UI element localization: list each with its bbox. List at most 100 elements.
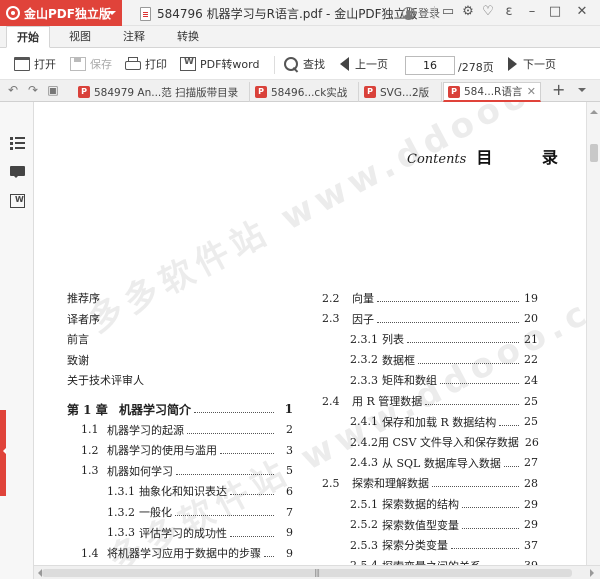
tab-convert[interactable]: 转换 (166, 26, 210, 48)
doc-tab-2[interactable]: P 58496...ck实战 (251, 82, 359, 102)
next-page-button[interactable]: 下一页 (508, 56, 556, 72)
scroll-left-icon[interactable] (34, 569, 42, 577)
toc-title: 前言 (67, 333, 89, 347)
toc-entry[interactable]: 1.3.1 抽象化和知识表达 6 (107, 483, 293, 499)
sidebar-collapse-handle[interactable] (0, 410, 6, 496)
toc-page-number: 27 (524, 456, 538, 470)
app-menu-button[interactable]: 金山PDF独立版 (0, 0, 122, 26)
toolbar-separator (274, 56, 275, 74)
toc-entry[interactable]: 1.2 机器学习的使用与滥用 3 (81, 442, 293, 458)
find-button[interactable]: 查找 (284, 56, 325, 72)
toc-leader (264, 549, 274, 558)
toc-number: 2.3.3 (350, 373, 378, 387)
scroll-up-icon[interactable] (590, 106, 598, 114)
toc-entry[interactable]: 译者序 (67, 311, 293, 327)
toc-page-number: 25 (524, 415, 538, 429)
restore-menu-icon[interactable]: ε (501, 4, 517, 20)
tab-list-chevron-icon[interactable] (578, 88, 586, 96)
doc-tab-4[interactable]: P 584...R语言 ✕ (443, 82, 541, 102)
toc-entry[interactable]: 前言 (67, 331, 293, 347)
toc-entry[interactable]: 2.3.2 数据框 22 (350, 352, 538, 368)
print-button[interactable]: 打印 (125, 56, 167, 72)
toc-entry[interactable]: 第 1 章机器学习简介 1 (67, 401, 293, 417)
toc-entry[interactable]: 2.3.1 列表 21 (350, 331, 538, 347)
new-tab-icon[interactable]: + (552, 82, 565, 98)
toc-entry[interactable]: 致谢 (67, 352, 293, 368)
doc-tab-label: SVG...2版 (380, 86, 430, 99)
toc-entry[interactable]: 2.4.3 从 SQL 数据库导入数据 27 (350, 455, 538, 471)
toc-number: 第 1 章 (67, 402, 108, 417)
undo-icon[interactable]: ↶ (6, 83, 20, 97)
vertical-scrollbar[interactable] (586, 102, 600, 565)
toc-leader (175, 508, 274, 516)
comment-icon[interactable] (10, 166, 25, 178)
bookmark-list-icon[interactable] (10, 136, 25, 150)
toc-number: 2.5.3 (350, 538, 378, 552)
toc-entry[interactable]: 1.4 将机器学习应用于数据中的步骤 9 (81, 545, 293, 561)
toc-entry[interactable]: 2.2 向量 19 (322, 290, 538, 306)
title-separator (434, 6, 435, 19)
toc-title: 机器学习的起源 (107, 423, 184, 437)
toc-entry[interactable]: 1.3.3 评估学习的成功性 9 (107, 525, 293, 541)
toc-number: 1.3.3 (107, 526, 135, 540)
find-label: 查找 (303, 58, 325, 71)
toc-entry[interactable]: 1.3.2 一般化 7 (107, 504, 293, 520)
pdf-to-word-button[interactable]: PDF转word (180, 56, 259, 72)
gear-icon[interactable]: ⚙ (460, 4, 476, 20)
tab-view[interactable]: 视图 (58, 26, 102, 48)
app-name: 金山PDF独立版 (24, 6, 111, 21)
toc-entry[interactable]: 关于技术评审人 (67, 372, 293, 388)
toc-number: 1.1 (81, 423, 99, 437)
toc-leader (230, 487, 274, 496)
skin-icon[interactable]: ▭ (440, 4, 456, 20)
toc-entry[interactable]: 2.3 因子 20 (322, 311, 538, 327)
toc-entry[interactable]: 2.4.1 保存和加载 R 数据结构 25 (350, 414, 538, 430)
save-button[interactable]: 保存 (70, 56, 112, 72)
contents-script-title: Contents (407, 152, 467, 167)
tab-annotate[interactable]: 注释 (112, 26, 156, 48)
toc-leader (503, 459, 519, 467)
save-icon[interactable]: ▣ (46, 83, 60, 97)
maximize-icon[interactable]: □ (547, 4, 563, 20)
folder-open-icon (14, 57, 30, 71)
close-icon[interactable]: ✕ (574, 4, 590, 20)
page-number-input[interactable] (405, 56, 455, 75)
open-button[interactable]: 打开 (14, 56, 56, 72)
toc-entry[interactable]: 2.5.1 探索数据的结构 29 (350, 496, 538, 512)
help-icon[interactable]: ♡ (480, 4, 496, 20)
horizontal-scroll-thumb[interactable] (42, 569, 572, 577)
toc-entry[interactable]: 2.3.3 矩阵和数组 24 (350, 372, 538, 388)
tab-home[interactable]: 开始 (6, 26, 50, 48)
scroll-right-icon[interactable] (590, 569, 598, 577)
toc-entry[interactable]: 2.4.2 用 CSV 文件导入和保存数据 26 (350, 434, 539, 450)
title-bar: 金山PDF独立版 584796 机器学习与R语言.pdf - 金山PDF独立版 … (0, 0, 600, 26)
pdf-file-icon (140, 6, 151, 21)
doc-tab-1[interactable]: P 584979 An...范 扫描版带目录 (74, 82, 250, 102)
login-label: 登录 (418, 7, 440, 20)
toc-entry[interactable]: 2.5.2 探索数值型变量 29 (350, 517, 538, 533)
toc-entry[interactable]: 推荐序 (67, 290, 293, 306)
document-viewport[interactable]: 多多软件站 www.ddooo.com 多多软件站 www.ddooo.com … (34, 102, 586, 565)
prev-page-button[interactable]: 上一页 (340, 56, 388, 72)
horizontal-scrollbar[interactable]: ||| (34, 565, 600, 579)
toc-entry[interactable]: 2.5.4探索变量之间的关系39 (350, 558, 538, 565)
pdf-to-word-label: PDF转word (200, 58, 260, 71)
toc-entry[interactable]: 1.1 机器学习的起源 2 (81, 422, 293, 438)
convert-word-icon[interactable] (10, 194, 25, 208)
toc-page-number: 2 (286, 423, 293, 437)
toc-leader (187, 426, 274, 434)
toc-leader (377, 294, 519, 302)
pdf-file-icon: P (78, 86, 90, 98)
vertical-scroll-thumb[interactable] (590, 144, 598, 162)
toc-leader (451, 541, 519, 550)
toc-entry[interactable]: 1.3 机器如何学习 5 (81, 463, 293, 479)
toc-entry[interactable]: 2.5 探索和理解数据 28 (322, 475, 538, 491)
pdf-to-word-icon (180, 57, 196, 71)
minimize-icon[interactable]: – (524, 4, 540, 20)
redo-icon[interactable]: ↷ (26, 83, 40, 97)
doc-tab-3[interactable]: P SVG...2版 (360, 82, 442, 102)
toc-entry[interactable]: 2.5.3 探索分类变量 37 (350, 537, 538, 553)
close-tab-icon[interactable]: ✕ (527, 85, 536, 98)
toc-left-column: 推荐序译者序前言致谢关于技术评审人第 1 章机器学习简介 1 1.1 机器学习的起源 2… (67, 290, 293, 565)
toc-entry[interactable]: 2.4 用 R 管理数据 25 (322, 393, 538, 409)
